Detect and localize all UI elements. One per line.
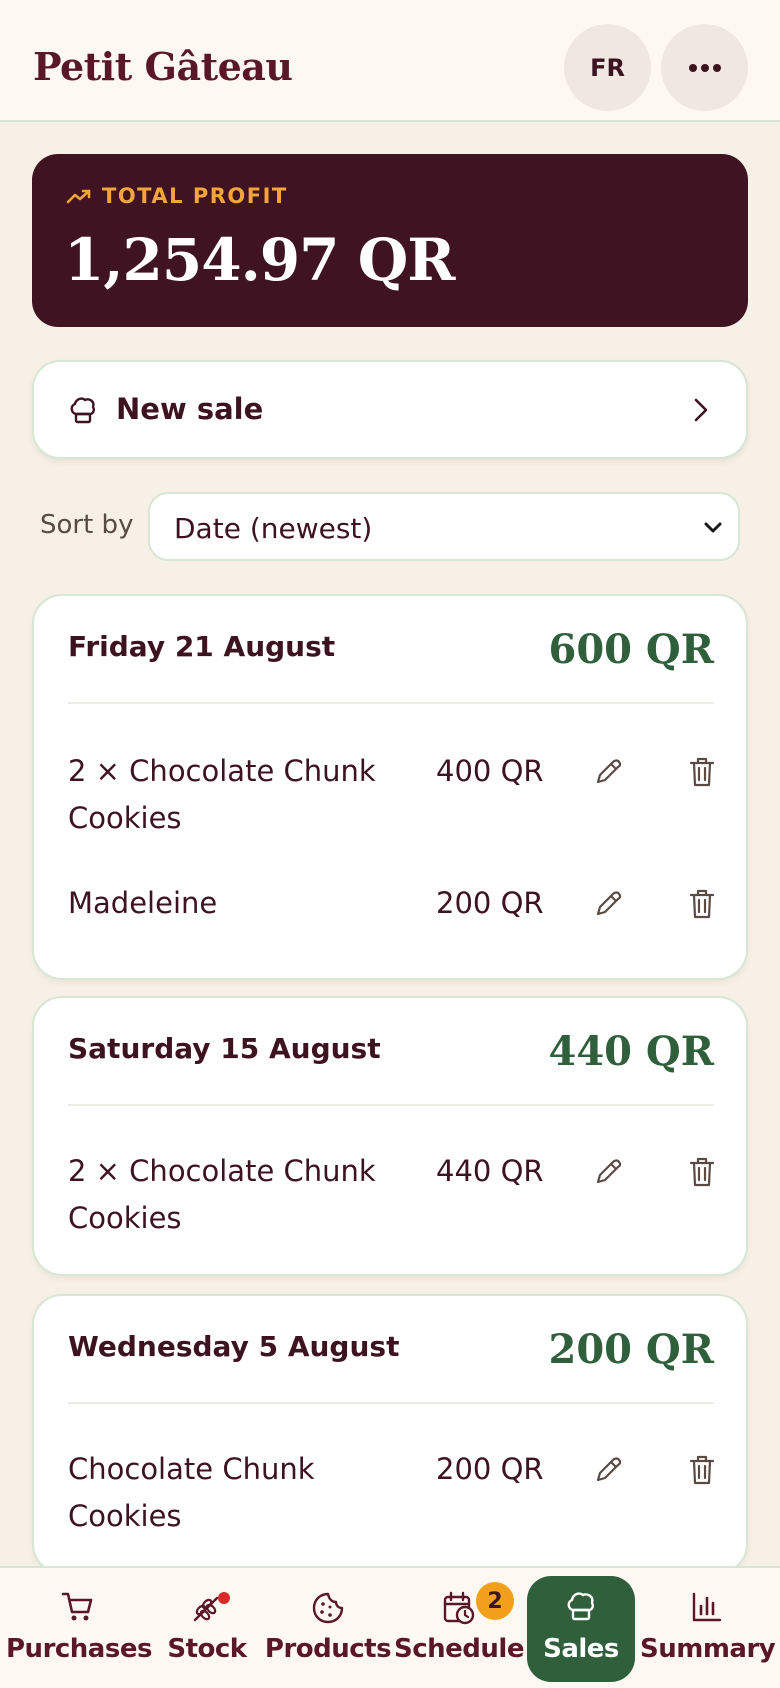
divider bbox=[68, 1104, 714, 1106]
sale-item-name: 2 × Chocolate Chunk Cookies bbox=[68, 1154, 376, 1235]
nav-label: Schedule bbox=[394, 1634, 524, 1664]
nav-item-sales[interactable]: Sales bbox=[527, 1568, 635, 1688]
delete-trash-icon[interactable] bbox=[688, 1454, 716, 1486]
day-date: Saturday 15 August bbox=[68, 1032, 381, 1065]
sale-item-name: 2 × Chocolate Chunk Cookies bbox=[68, 754, 376, 835]
total-profit-label: TOTAL PROFIT bbox=[102, 184, 288, 208]
sort-selected-value: Date (newest) bbox=[174, 512, 373, 545]
stock-alert-dot bbox=[218, 1592, 230, 1604]
chevron-right-icon bbox=[694, 398, 708, 422]
cart-icon bbox=[61, 1592, 93, 1621]
delete-trash-icon[interactable] bbox=[688, 888, 716, 920]
edit-pencil-icon[interactable] bbox=[592, 888, 624, 920]
nav-label: Products bbox=[264, 1634, 392, 1664]
new-sale-label: New sale bbox=[116, 392, 264, 426]
edit-pencil-icon[interactable] bbox=[592, 756, 624, 788]
cookie-icon bbox=[312, 1592, 344, 1624]
delete-trash-icon[interactable] bbox=[688, 1156, 716, 1188]
sale-item-price: 200 QR bbox=[436, 1452, 544, 1486]
nav-label: Purchases bbox=[6, 1634, 152, 1664]
sale-item-price: 200 QR bbox=[436, 886, 544, 920]
language-button[interactable]: FR bbox=[564, 24, 651, 111]
new-sale-button[interactable]: New sale bbox=[32, 360, 748, 459]
app-brand: Petit Gâteau bbox=[33, 44, 293, 89]
total-profit-card: TOTAL PROFIT 1,254.97 QR bbox=[32, 154, 748, 327]
day-total: 600 QR bbox=[548, 626, 714, 673]
nav-label: Summary bbox=[640, 1634, 776, 1664]
sales-day-card: Wednesday 5 August 200 QR Chocolate Chun… bbox=[32, 1294, 748, 1574]
trending-up-icon bbox=[66, 189, 91, 204]
sales-day-card: Friday 21 August 600 QR 2 × Chocolate Ch… bbox=[32, 594, 748, 980]
more-menu-button[interactable] bbox=[661, 24, 748, 111]
sales-day-card: Saturday 15 August 440 QR 2 × Chocolate … bbox=[32, 996, 748, 1276]
calendar-clock-icon bbox=[443, 1591, 475, 1625]
divider bbox=[68, 702, 714, 704]
total-profit-value: 1,254.97 QR bbox=[64, 226, 455, 294]
sale-item-name: Madeleine bbox=[68, 886, 218, 920]
nav-item-products[interactable]: Products bbox=[264, 1568, 392, 1688]
day-total: 200 QR bbox=[548, 1326, 714, 1373]
chef-hat-icon bbox=[70, 397, 95, 424]
nav-label: Sales bbox=[543, 1634, 619, 1664]
bar-chart-icon bbox=[692, 1592, 722, 1622]
edit-pencil-icon[interactable] bbox=[592, 1156, 624, 1188]
edit-pencil-icon[interactable] bbox=[592, 1454, 624, 1486]
app-header: Petit Gâteau FR bbox=[0, 0, 780, 122]
bottom-nav: Purchases Stock Products 2 Schedule Sale… bbox=[0, 1566, 780, 1688]
sale-item-price: 440 QR bbox=[436, 1154, 544, 1188]
schedule-badge: 2 bbox=[476, 1582, 514, 1620]
sale-item-price: 400 QR bbox=[436, 754, 544, 788]
sort-label: Sort by bbox=[40, 510, 134, 540]
chevron-down-icon bbox=[704, 522, 722, 533]
day-total: 440 QR bbox=[548, 1028, 714, 1075]
delete-trash-icon[interactable] bbox=[688, 756, 716, 788]
nav-item-purchases[interactable]: Purchases bbox=[6, 1568, 152, 1688]
sort-select[interactable]: Date (newest) bbox=[148, 492, 740, 561]
sale-item-name: Chocolate Chunk Cookies bbox=[68, 1452, 315, 1533]
nav-label: Stock bbox=[167, 1634, 247, 1664]
divider bbox=[68, 1402, 714, 1404]
day-date: Wednesday 5 August bbox=[68, 1330, 400, 1363]
nav-item-schedule[interactable]: 2 Schedule bbox=[394, 1568, 524, 1688]
nav-item-summary[interactable]: Summary bbox=[640, 1568, 776, 1688]
nav-item-stock[interactable]: Stock bbox=[152, 1568, 262, 1688]
chef-hat-icon bbox=[567, 1592, 594, 1621]
day-date: Friday 21 August bbox=[68, 630, 336, 663]
more-icon bbox=[688, 63, 721, 72]
